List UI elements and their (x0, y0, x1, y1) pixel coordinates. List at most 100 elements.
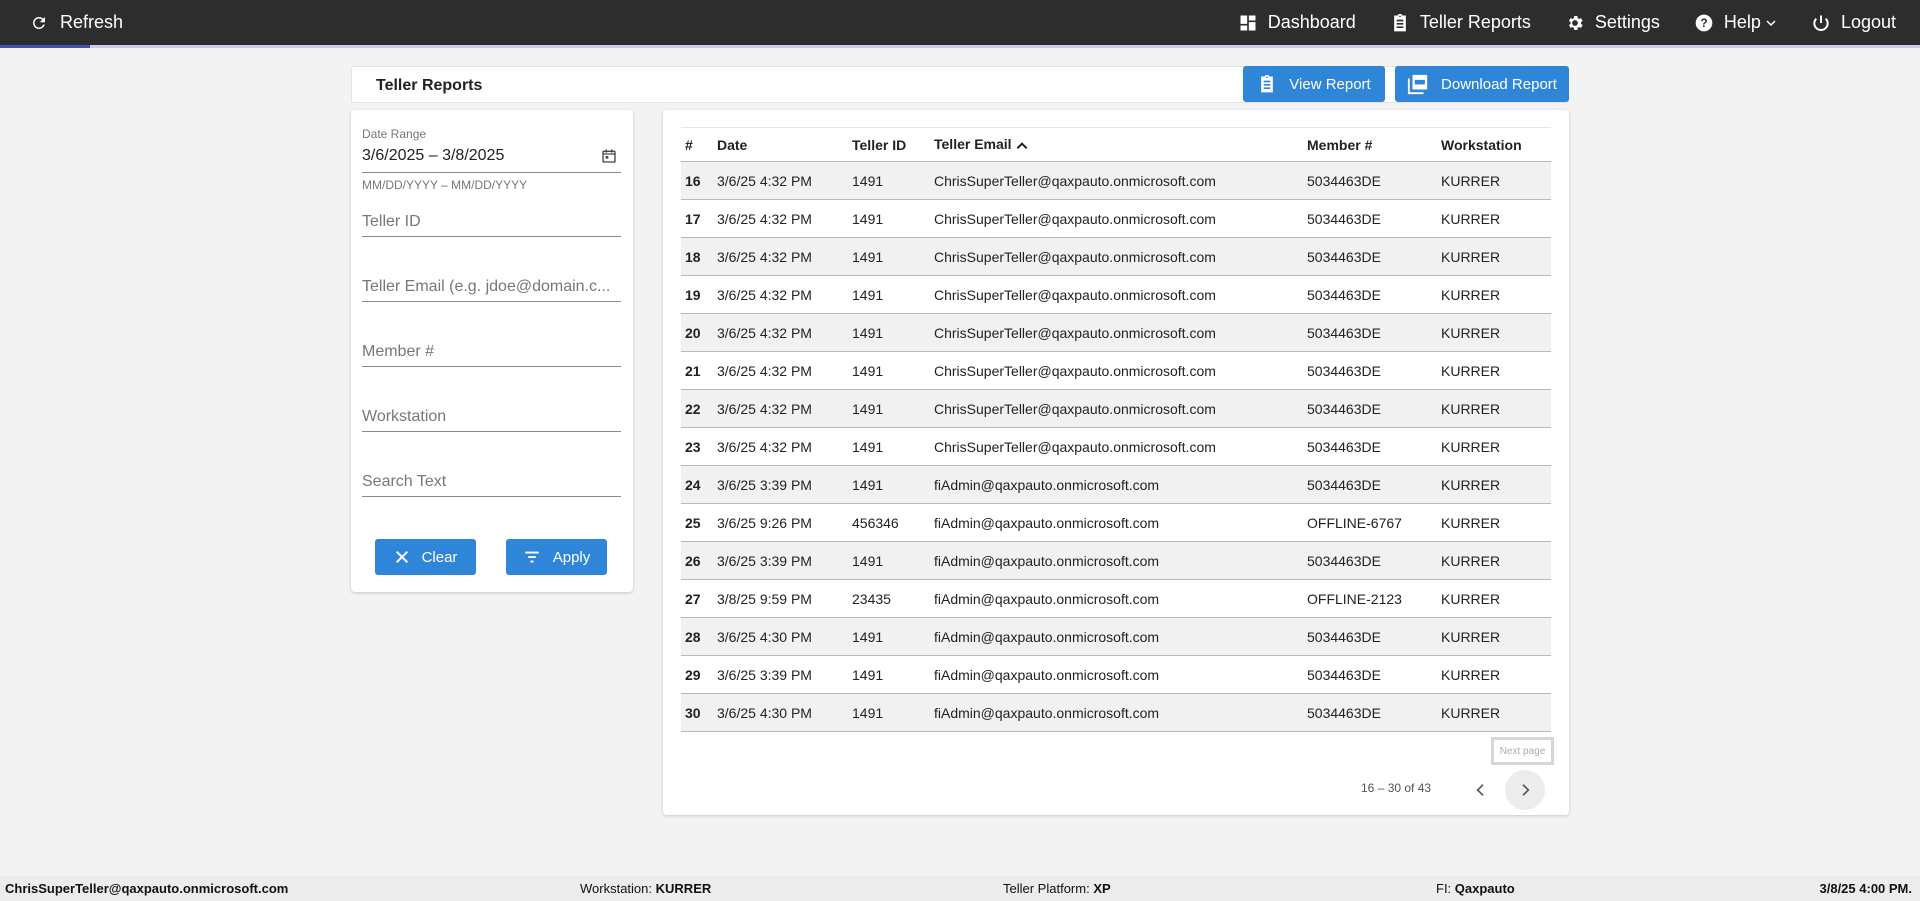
cell-teller-email: ChrisSuperTeller@qaxpauto.onmicrosoft.co… (934, 248, 1216, 265)
cell-teller-id: 1491 (852, 628, 884, 645)
cell-num: 29 (685, 666, 701, 683)
cell-num: 23 (685, 438, 701, 455)
table-row[interactable]: 27 3/8/25 9:59 PM 23435 fiAdmin@qaxpauto.on… (681, 579, 1551, 618)
main-nav: Dashboard Teller Reports Settings ? Help… (1204, 0, 1896, 45)
table-row[interactable]: 16 3/6/25 4:32 PM 1491 ChrisSuperTeller@qax… (681, 161, 1551, 200)
cell-workstation: KURRER (1441, 704, 1501, 721)
loading-progress-bar (0, 45, 1920, 48)
table-row[interactable]: 28 3/6/25 4:30 PM 1491 fiAdmin@qaxpauto.onm… (681, 617, 1551, 656)
teller-id-underline (362, 236, 621, 237)
footer-platform: Teller Platform: XP (1003, 881, 1111, 896)
nav-settings[interactable]: Settings (1565, 12, 1660, 33)
cell-workstation: KURRER (1441, 172, 1501, 189)
previous-page-button[interactable] (1467, 776, 1495, 804)
cell-teller-email: fiAdmin@qaxpauto.onmicrosoft.com (934, 590, 1160, 607)
table-row[interactable]: 25 3/6/25 9:26 PM 456346 fiAdmin@qaxpauto.o… (681, 503, 1551, 542)
nav-logout[interactable]: Logout (1811, 12, 1896, 33)
column-header-teller-email[interactable]: Teller Email (930, 128, 1303, 162)
cell-num: 16 (685, 172, 701, 189)
table-row[interactable]: 18 3/6/25 4:32 PM 1491 ChrisSuperTeller@qax… (681, 237, 1551, 276)
filter-panel: Date Range 3/6/2025 – 3/8/2025 MM/DD/YYY… (351, 110, 633, 592)
cell-date: 3/6/25 4:32 PM (717, 362, 812, 379)
teller-email-input[interactable]: Teller Email (e.g. jdoe@domain.c... (362, 278, 621, 296)
footer-workstation: Workstation: KURRER (580, 881, 712, 896)
refresh-button[interactable]: Refresh (30, 0, 123, 45)
table-row[interactable]: 21 3/6/25 4:32 PM 1491 ChrisSuperTeller@qax… (681, 351, 1551, 390)
clipboard-icon (1261, 74, 1274, 93)
table-row[interactable]: 24 3/6/25 3:39 PM 1491 fiAdmin@qaxpauto.onm… (681, 465, 1551, 504)
teller-email-underline (362, 301, 621, 302)
footer-datetime: 3/8/25 4:00 PM. (1819, 881, 1913, 896)
cell-date: 3/6/25 4:32 PM (717, 400, 812, 417)
table-row[interactable]: 22 3/6/25 4:32 PM 1491 ChrisSuperTeller@qax… (681, 389, 1551, 428)
nav-help[interactable]: ? Help (1694, 12, 1777, 33)
table-row[interactable]: 23 3/6/25 4:32 PM 1491 ChrisSuperTeller@qax… (681, 427, 1551, 466)
column-header-teller-id[interactable]: Teller ID (848, 128, 930, 162)
clear-button[interactable]: Clear (375, 539, 476, 575)
search-text-input[interactable]: Search Text (362, 473, 621, 491)
cell-member: 5034463DE (1307, 362, 1381, 379)
cell-member: 5034463DE (1307, 172, 1381, 189)
cell-date: 3/6/25 4:32 PM (717, 210, 812, 227)
cell-member: 5034463DE (1307, 210, 1381, 227)
cell-teller-id: 1491 (852, 324, 884, 341)
clipboard-icon (1393, 13, 1406, 31)
footer-fi: FI: Qaxpauto (1436, 881, 1515, 896)
column-header-date[interactable]: Date (713, 128, 848, 162)
cell-member: 5034463DE (1307, 476, 1381, 493)
cell-teller-email: fiAdmin@qaxpauto.onmicrosoft.com (934, 476, 1160, 493)
footer-user-email: ChrisSuperTeller@qaxpauto.onmicrosoft.co… (5, 881, 289, 896)
table-header-row: # Date Teller ID Teller Email Member # W… (681, 127, 1551, 162)
pagination-range: 16 – 30 of 43 (1361, 781, 1432, 795)
calendar-icon[interactable] (601, 148, 617, 164)
chevron-down-icon (1766, 19, 1776, 26)
nav-help-label: Help (1723, 12, 1761, 32)
cell-teller-id: 1491 (852, 286, 884, 303)
cell-teller-id: 1491 (852, 438, 884, 455)
report-table-wrap: # Date Teller ID Teller Email Member # W… (681, 127, 1551, 732)
view-report-button[interactable]: View Report (1243, 66, 1385, 102)
cell-workstation: KURRER (1441, 248, 1501, 265)
date-range-label: Date Range (362, 127, 427, 141)
nav-logout-label: Logout (1840, 12, 1896, 32)
table-row[interactable]: 29 3/6/25 3:39 PM 1491 fiAdmin@qaxpauto.onm… (681, 655, 1551, 694)
table-row[interactable]: 19 3/6/25 4:32 PM 1491 ChrisSuperTeller@qax… (681, 275, 1551, 314)
report-header-card: Teller Reports (351, 66, 1569, 103)
member-input[interactable]: Member # (362, 343, 621, 361)
close-icon (395, 550, 408, 564)
table-row[interactable]: 20 3/6/25 4:32 PM 1491 ChrisSuperTeller@qax… (681, 313, 1551, 352)
cell-member: 5034463DE (1307, 552, 1381, 569)
cell-num: 20 (685, 324, 701, 341)
cell-num: 30 (685, 704, 701, 721)
cell-date: 3/8/25 9:59 PM (717, 590, 812, 607)
cell-num: 28 (685, 628, 701, 645)
workstation-input[interactable]: Workstation (362, 408, 621, 426)
cell-date: 3/6/25 4:30 PM (717, 704, 812, 721)
teller-id-input[interactable]: Teller ID (362, 213, 621, 231)
next-page-button[interactable] (1505, 770, 1545, 810)
cell-date: 3/6/25 3:39 PM (717, 666, 812, 683)
cell-teller-id: 1491 (852, 704, 884, 721)
column-header-member[interactable]: Member # (1303, 128, 1437, 162)
nav-dashboard-label: Dashboard (1267, 12, 1356, 32)
nav-teller-reports[interactable]: Teller Reports (1390, 12, 1531, 33)
date-range-input[interactable]: 3/6/2025 – 3/8/2025 (362, 147, 504, 165)
table-row[interactable]: 17 3/6/25 4:32 PM 1491 ChrisSuperTeller@qax… (681, 199, 1551, 238)
table-row[interactable]: 26 3/6/25 3:39 PM 1491 fiAdmin@qaxpauto.onm… (681, 541, 1551, 580)
cell-member: 5034463DE (1307, 438, 1381, 455)
cell-workstation: KURRER (1441, 400, 1501, 417)
download-report-button[interactable]: Download Report (1395, 66, 1569, 102)
date-range-underline (362, 172, 621, 173)
progress-fill (0, 45, 91, 48)
cell-teller-email: fiAdmin@qaxpauto.onmicrosoft.com (934, 628, 1160, 645)
next-page-tooltip: Next page (1491, 737, 1554, 765)
column-header-num[interactable]: # (681, 128, 713, 162)
apply-button[interactable]: Apply (506, 539, 607, 575)
cell-member: OFFLINE-6767 (1307, 514, 1402, 531)
view-report-label: View Report (1289, 75, 1371, 93)
cell-member: 5034463DE (1307, 628, 1381, 645)
nav-dashboard[interactable]: Dashboard (1238, 12, 1356, 33)
table-row[interactable]: 30 3/6/25 4:30 PM 1491 fiAdmin@qaxpauto.onm… (681, 693, 1551, 732)
column-header-workstation[interactable]: Workstation (1437, 128, 1551, 162)
cell-teller-email: fiAdmin@qaxpauto.onmicrosoft.com (934, 704, 1160, 721)
